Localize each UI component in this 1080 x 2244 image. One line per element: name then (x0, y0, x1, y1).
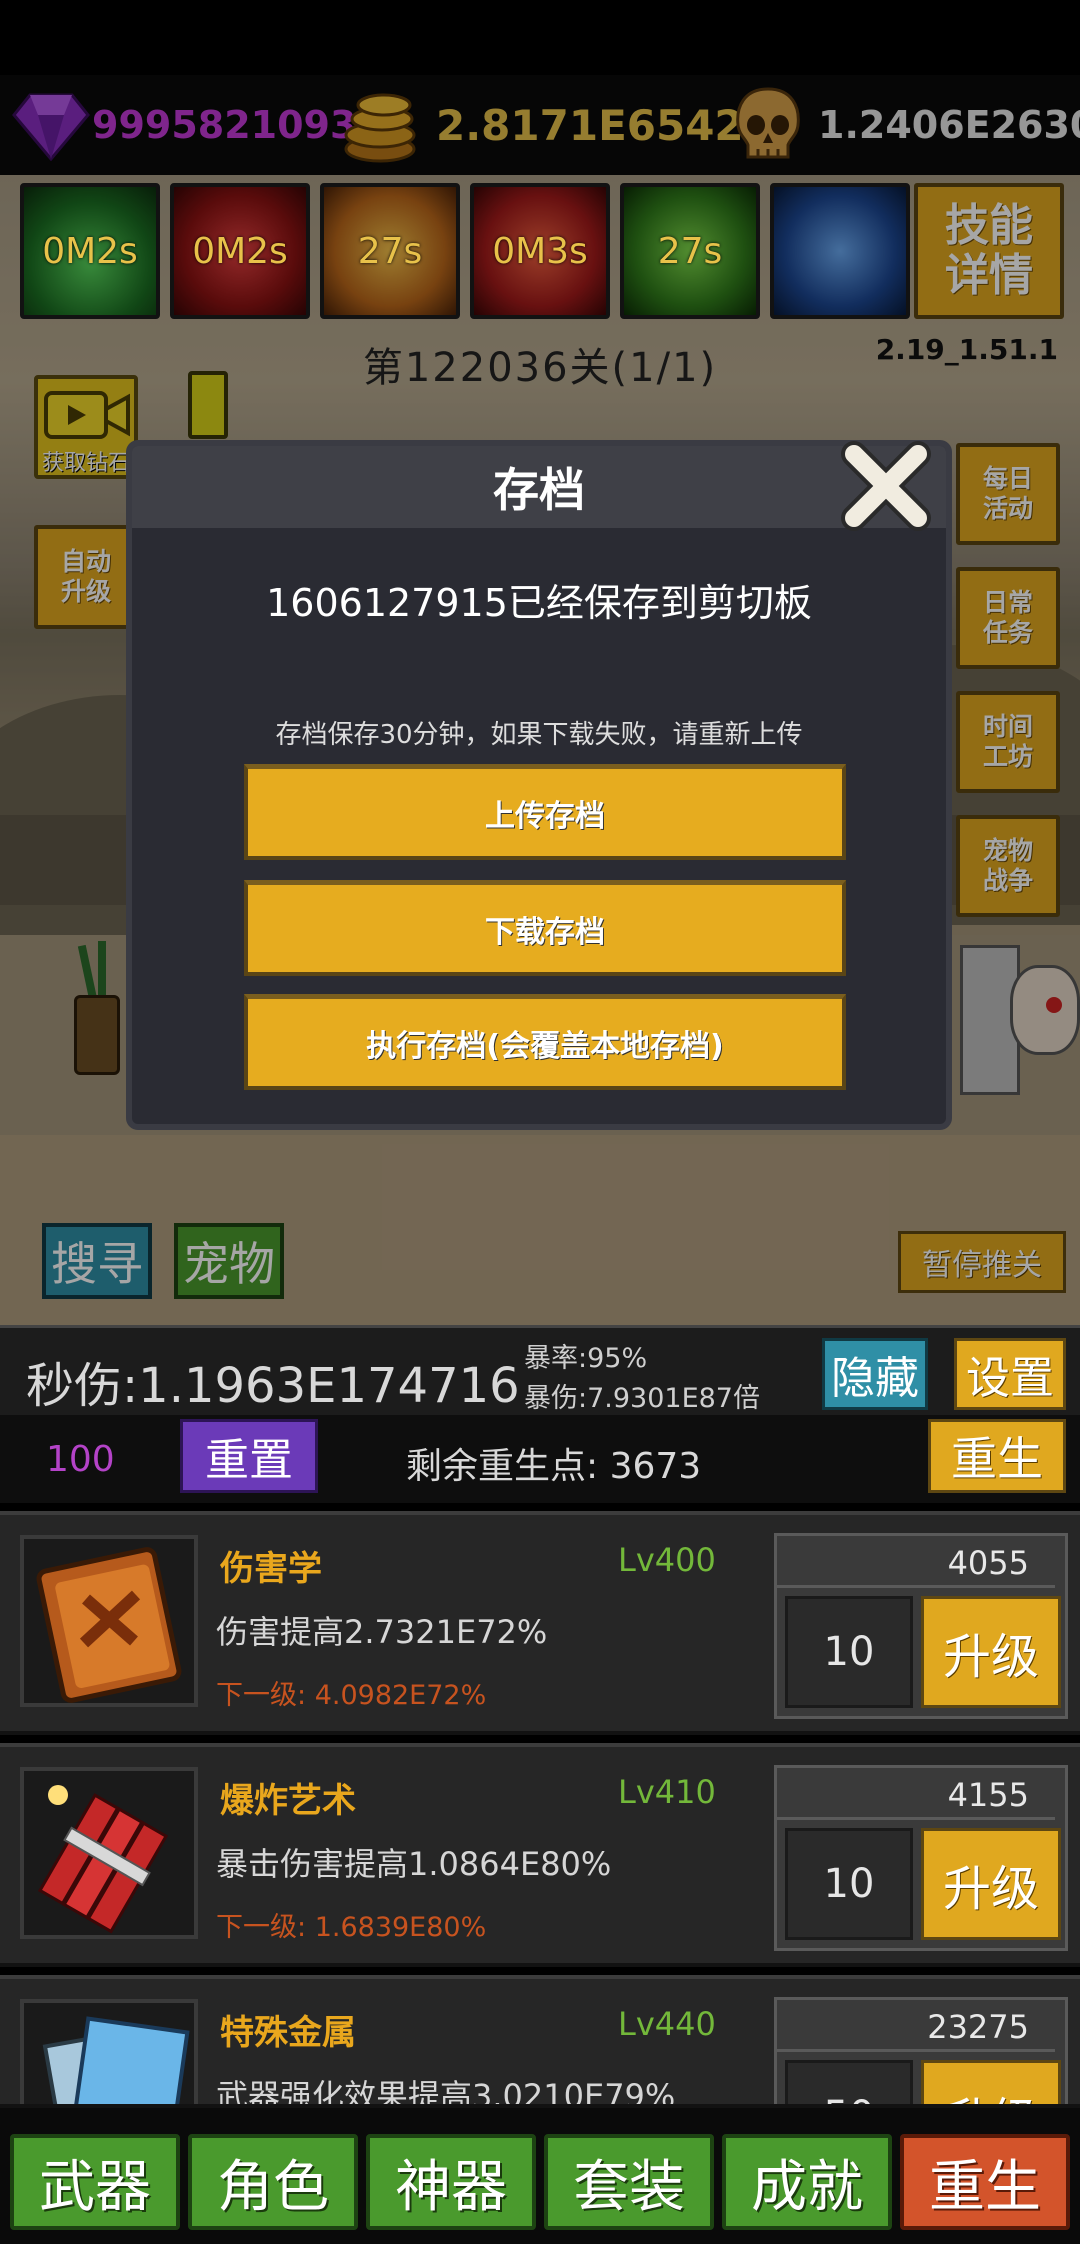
upgrade-cost-panel: 23275 50 升级 (774, 1997, 1068, 2104)
upgrade-row: 伤害学 Lv400 伤害提高2.7321E72% 下一级: 4.0982E72%… (0, 1511, 1080, 1735)
nav-weapons[interactable]: 武器 (10, 2134, 180, 2230)
settings-button[interactable]: 设置 (954, 1338, 1066, 1410)
close-button[interactable] (836, 436, 936, 536)
crit-damage-label: 暴伤:7.9301E87倍 (524, 1383, 760, 1414)
dps-label: 秒伤:1.1963E174716 (26, 1358, 520, 1414)
upgrade-row: 特殊金属 Lv440 武器强化效果提高3.0210E79% 23275 50 升… (0, 1975, 1080, 2108)
rebirth-count: 100 (46, 1439, 115, 1480)
upgrade-next-level: 下一级: 1.6839E80% (216, 1905, 486, 1944)
skill-cooldown-3: 27s (357, 230, 423, 272)
upload-save-button[interactable]: 上传存档 (244, 764, 846, 860)
book-icon (20, 1535, 198, 1707)
upgrade-name: 伤害学 (220, 1549, 322, 1589)
dynamite-icon (20, 1767, 198, 1939)
upgrade-name: 特殊金属 (220, 2013, 356, 2053)
upgrade-button[interactable]: 升级 (921, 1828, 1061, 1940)
nav-rebirth[interactable]: 重生 (900, 2134, 1070, 2230)
upgrade-button[interactable]: 升级 (921, 2060, 1061, 2104)
upgrade-row: 爆炸艺术 Lv410 暴击伤害提高1.0864E80% 下一级: 1.6839E… (0, 1743, 1080, 1967)
upgrade-cost-panel: 4155 10 升级 (774, 1765, 1068, 1951)
upgrade-description: 伤害提高2.7321E72% (216, 1613, 548, 1651)
next-level-value: 4.0982E72% (314, 1680, 487, 1711)
next-level-prefix: 下一级: (216, 1680, 307, 1711)
upgrade-quantity[interactable]: 10 (785, 1828, 913, 1940)
upgrade-cost: 4155 (777, 1770, 1055, 1820)
skill-cooldown-4: 0M3s (492, 230, 588, 272)
reset-button[interactable]: 重置 (180, 1419, 318, 1493)
upgrade-name: 爆炸艺术 (220, 1781, 356, 1821)
upgrade-level: Lv410 (618, 1773, 716, 1811)
upgrade-cost-panel: 4055 10 升级 (774, 1533, 1068, 1719)
save-dialog: 存档 1606127915已经保存到剪切板 存档保存30分钟，如果下载失败，请重… (126, 440, 952, 1130)
upgrade-button[interactable]: 升级 (921, 1596, 1061, 1708)
upgrade-next-level: 下一级: 4.0982E72% (216, 1673, 486, 1712)
upgrade-cost: 4055 (777, 1538, 1055, 1588)
upgrade-level: Lv400 (618, 1541, 716, 1579)
hide-button[interactable]: 隐藏 (822, 1338, 928, 1410)
upgrade-cost: 23275 (777, 2002, 1055, 2052)
download-save-button[interactable]: 下载存档 (244, 880, 846, 976)
bottom-nav: 武器 角色 神器 套装 成就 重生 (0, 2108, 1080, 2244)
nav-artifacts[interactable]: 神器 (366, 2134, 536, 2230)
save-dialog-header: 存档 (132, 446, 946, 528)
nav-achievements[interactable]: 成就 (722, 2134, 892, 2230)
upgrade-level: Lv440 (618, 2005, 716, 2043)
nav-sets[interactable]: 套装 (544, 2134, 714, 2230)
close-icon (841, 441, 931, 531)
upgrade-quantity[interactable]: 10 (785, 1596, 913, 1708)
save-dialog-title: 存档 (493, 463, 585, 517)
rebirth-button[interactable]: 重生 (928, 1419, 1066, 1493)
saved-message: 1606127915已经保存到剪切板 (266, 581, 812, 625)
rebirth-bar: 100 重置 剩余重生点: 3673 重生 (0, 1415, 1080, 1503)
skill-cooldown-2: 0M2s (192, 230, 288, 272)
upgrade-quantity[interactable]: 50 (785, 2060, 913, 2104)
upgrade-description: 武器强化效果提高3.0210E79% (216, 2077, 676, 2108)
skill-cooldown-1: 0M2s (42, 230, 138, 272)
skill-cooldown-5: 27s (657, 230, 723, 272)
upgrade-description: 暴击伤害提高1.0864E80% (216, 1845, 612, 1883)
metal-icon (20, 1999, 198, 2104)
next-level-value: 1.6839E80% (314, 1912, 487, 1943)
execute-save-button[interactable]: 执行存档(会覆盖本地存档) (244, 994, 846, 1090)
remaining-rebirth-points: 剩余重生点: 3673 (406, 1446, 702, 1487)
crit-rate-label: 暴率:95% (524, 1343, 648, 1374)
stats-bar: 秒伤:1.1963E174716 暴率:95% 暴伤:7.9301E87倍 隐藏… (0, 1325, 1080, 1415)
nav-character[interactable]: 角色 (188, 2134, 358, 2230)
next-level-prefix: 下一级: (216, 1912, 307, 1943)
save-hint: 存档保存30分钟，如果下载失败，请重新上传 (275, 720, 803, 750)
